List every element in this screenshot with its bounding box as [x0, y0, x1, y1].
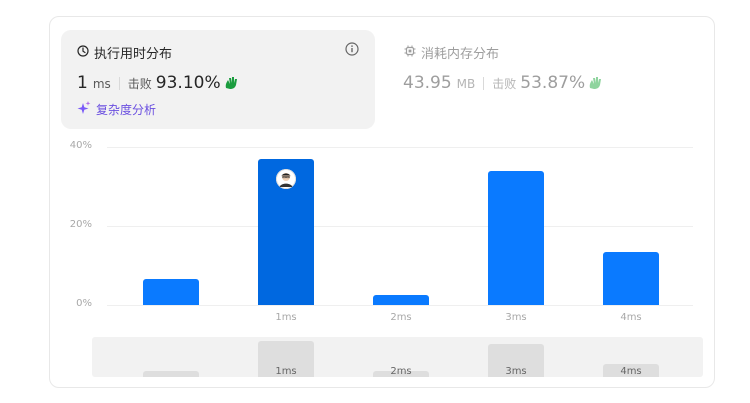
chart-bar[interactable] — [373, 295, 429, 305]
y-tick-label: 40% — [69, 140, 92, 151]
chart-gridline — [107, 226, 693, 227]
brush-label: 2ms — [390, 366, 412, 377]
chart-bar[interactable] — [603, 252, 659, 305]
brush-label: 4ms — [620, 366, 642, 377]
chart-gridline — [107, 147, 693, 148]
sparkle-icon — [77, 101, 91, 118]
runtime-tab-label: 执行用时分布 — [94, 47, 173, 62]
memory-stats: 43.95 MB 击败 53.87% — [403, 73, 604, 93]
chip-icon — [404, 45, 416, 61]
brush-label: 1ms — [275, 366, 297, 377]
x-tick-label: 1ms — [275, 312, 297, 323]
memory-tab-title[interactable]: 消耗内存分布 — [404, 43, 499, 62]
chart-bar[interactable] — [143, 279, 199, 305]
x-tick-label: 4ms — [620, 312, 642, 323]
brush-mini-bar — [143, 371, 199, 377]
y-tick-label: 20% — [69, 219, 92, 230]
user-avatar — [276, 169, 296, 189]
runtime-stats: 1 ms 击败 93.10% — [77, 73, 240, 93]
runtime-value: 1 — [77, 73, 88, 93]
chart-range-brush[interactable]: 1ms 2ms 3ms 4ms — [92, 337, 703, 377]
chart-bar[interactable] — [488, 171, 544, 305]
brush-label: 3ms — [505, 366, 527, 377]
info-icon[interactable] — [345, 42, 359, 56]
stats-divider — [483, 76, 485, 90]
runtime-beat-label: 击败 — [127, 77, 152, 91]
chart-gridline — [107, 305, 693, 306]
memory-value: 43.95 — [403, 73, 452, 93]
complexity-label: 复杂度分析 — [96, 103, 157, 117]
y-tick-label: 0% — [76, 298, 92, 309]
runtime-tab-title[interactable]: 执行用时分布 — [77, 43, 172, 62]
memory-beat-value: 53.87% — [520, 73, 586, 93]
x-tick-label: 3ms — [505, 312, 527, 323]
clapping-hands-icon — [224, 76, 240, 90]
clapping-hands-icon — [588, 76, 604, 90]
clock-icon — [77, 44, 89, 61]
memory-beat-label: 击败 — [492, 77, 517, 91]
x-tick-label: 2ms — [390, 312, 412, 323]
runtime-unit: ms — [92, 77, 111, 91]
runtime-beat-value: 93.10% — [155, 73, 221, 93]
complexity-analysis-link[interactable]: 复杂度分析 — [77, 101, 156, 118]
memory-tab-label: 消耗内存分布 — [421, 47, 500, 62]
memory-unit: MB — [456, 77, 476, 91]
stats-divider — [118, 76, 120, 90]
